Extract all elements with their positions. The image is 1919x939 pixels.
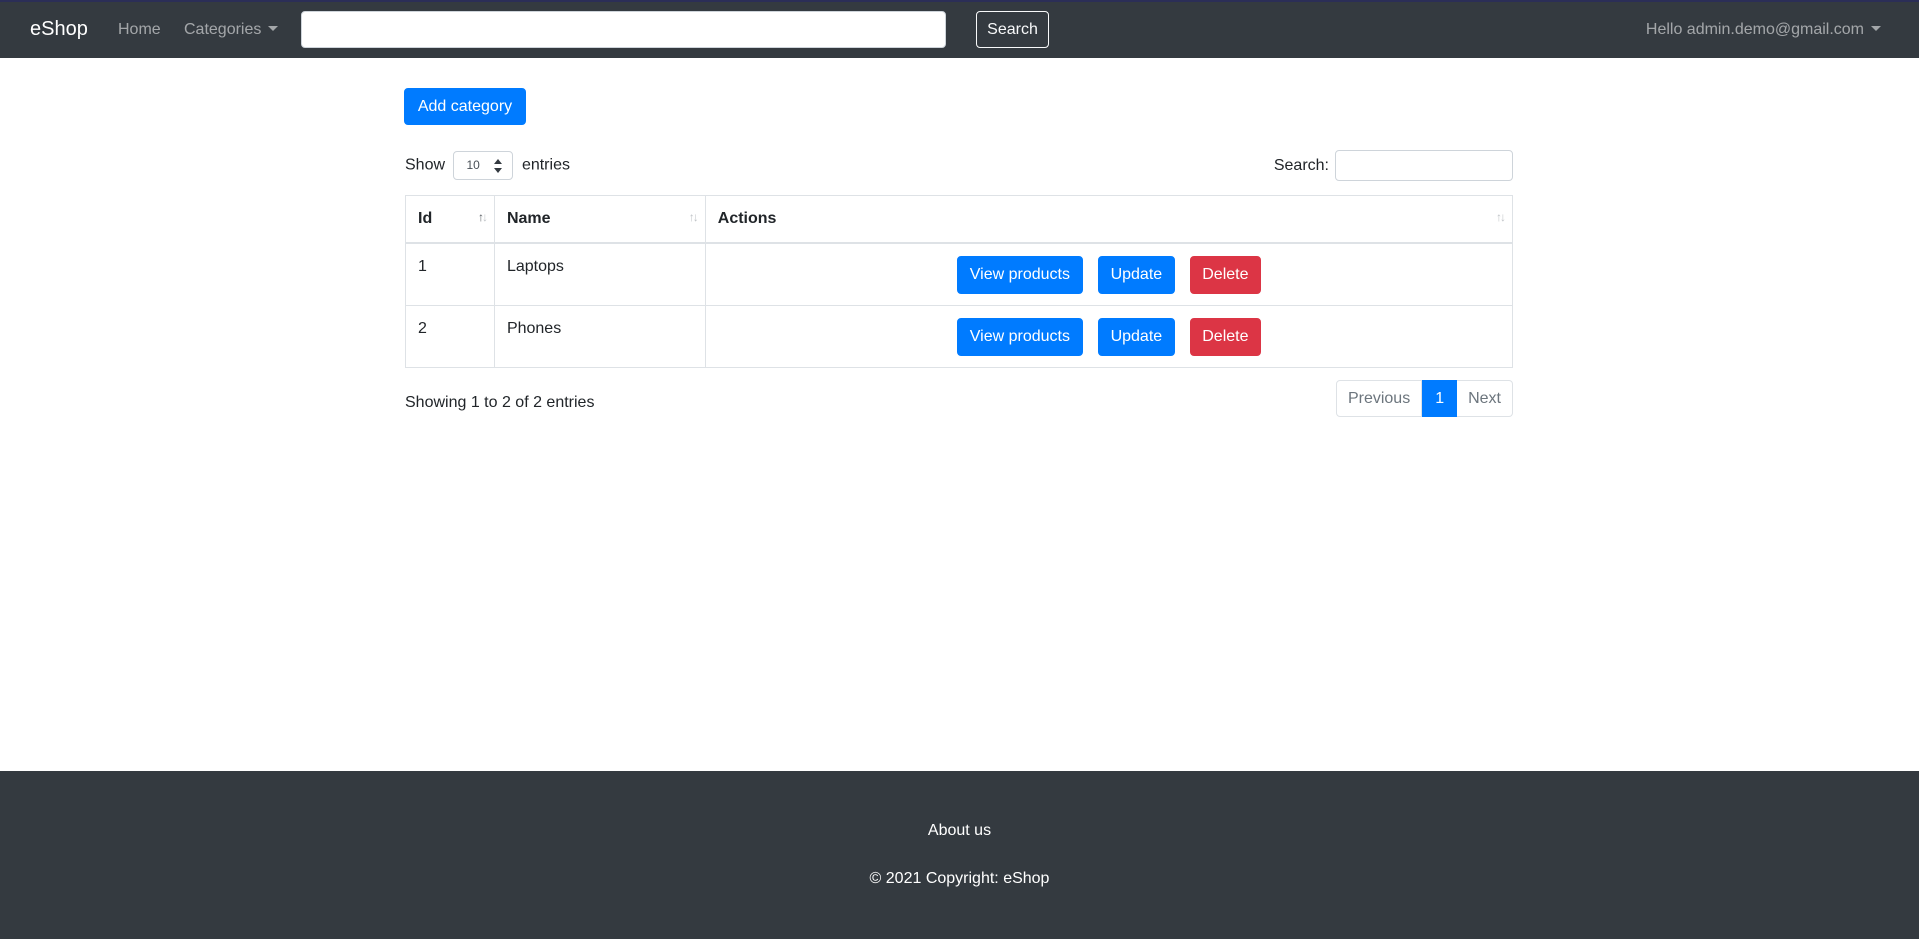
length-show-label: Show: [405, 156, 446, 174]
cell-name: Phones: [493, 304, 706, 368]
pagination-previous[interactable]: Previous: [1335, 380, 1423, 417]
entries-per-page-select[interactable]: 10: [453, 151, 514, 180]
length-entries-label: entries: [521, 156, 570, 174]
table-header-row: Id ↑↓ Name ↑↓ Actions ↑↓: [405, 195, 1514, 244]
cell-id: 1: [405, 242, 495, 306]
column-header-id[interactable]: Id ↑↓: [405, 195, 495, 244]
sort-icon: ↑↓: [688, 210, 699, 224]
pagination: Previous 1 Next: [1335, 380, 1513, 417]
column-header-name[interactable]: Name ↑↓: [493, 195, 706, 244]
footer-copyright: © 2021 Copyright: eShop: [869, 870, 1050, 887]
footer: About us © 2021 Copyright: eShop: [0, 771, 1919, 939]
cell-id: 2: [405, 304, 495, 368]
brand-logo[interactable]: eShop: [30, 17, 88, 41]
view-products-button[interactable]: View products: [956, 256, 1083, 294]
column-header-label: Name: [506, 210, 551, 227]
nav-search-button[interactable]: Search: [976, 11, 1049, 48]
pagination-page-1[interactable]: 1: [1422, 380, 1458, 417]
table-length-control: Show 10 entries: [405, 151, 570, 181]
nav-categories-dropdown[interactable]: Categories: [184, 20, 279, 40]
column-header-label: Id: [418, 210, 433, 227]
update-button[interactable]: Update: [1097, 317, 1175, 356]
cell-actions: View products Update Delete: [704, 304, 1514, 368]
sort-ascending-icon: ↑↓: [477, 210, 488, 224]
user-menu-dropdown[interactable]: Hello admin.demo@gmail.com: [1646, 20, 1881, 40]
cell-actions: View products Update Delete: [704, 242, 1514, 306]
table-row: 1 Laptops View products Update Delete: [405, 242, 1514, 306]
column-header-label: Actions: [717, 210, 777, 227]
delete-button[interactable]: Delete: [1189, 256, 1261, 294]
table-filter-control: Search:: [1273, 150, 1513, 182]
select-updown-icon: [494, 159, 503, 173]
sort-icon: ↑↓: [1496, 210, 1506, 224]
pagination-next[interactable]: Next: [1457, 380, 1513, 417]
caret-down-icon: [268, 26, 279, 31]
filter-label: Search:: [1273, 157, 1329, 174]
column-header-actions[interactable]: Actions ↑↓: [704, 195, 1514, 244]
table-row: 2 Phones View products Update Delete: [405, 304, 1514, 368]
entries-per-page-value: 10: [466, 158, 480, 172]
nav-categories-label: Categories: [184, 21, 262, 38]
user-greeting: Hello admin.demo@gmail.com: [1645, 21, 1864, 38]
categories-table: Id ↑↓ Name ↑↓ Actions ↑↓ 1 Laptops View pro…: [405, 195, 1514, 368]
add-category-button[interactable]: Add category: [404, 88, 526, 125]
nav-home[interactable]: Home: [118, 20, 161, 40]
cell-name: Laptops: [493, 242, 706, 306]
view-products-button[interactable]: View products: [956, 317, 1083, 356]
top-edge-strip: [0, 0, 1919, 2]
table-info: Showing 1 to 2 of 2 entries: [405, 394, 595, 411]
footer-about-link[interactable]: About us: [0, 821, 1919, 841]
caret-down-icon: [1871, 26, 1881, 31]
navbar: eShop Home Categories Search Hello admin…: [0, 0, 1919, 58]
update-button[interactable]: Update: [1097, 256, 1175, 294]
table-search-input[interactable]: [1335, 150, 1513, 182]
nav-search-input[interactable]: [301, 11, 946, 48]
delete-button[interactable]: Delete: [1189, 317, 1261, 356]
